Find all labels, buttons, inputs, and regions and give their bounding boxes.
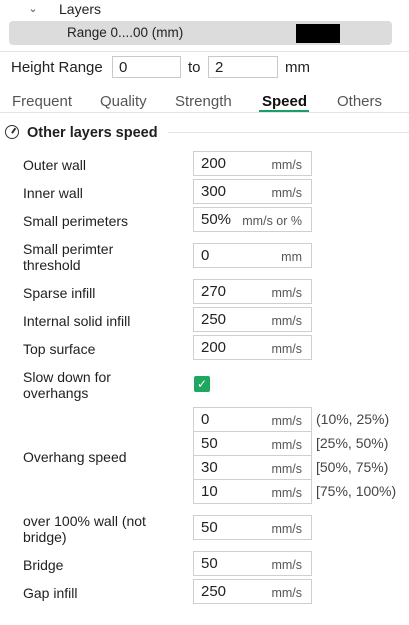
bridge-unit: mm/s [271, 558, 302, 572]
slow-down-overhangs-label: Slow down for overhangs [23, 369, 111, 401]
label-line: over 100% wall (not [23, 513, 146, 529]
sparse-infill-label: Sparse infill [23, 285, 96, 301]
small-perimeters-unit: mm/s or % [242, 214, 302, 228]
overhang-range-label: (10%, 25%) [316, 411, 390, 427]
label-line: Small perimter [23, 241, 114, 257]
internal-solid-infill-label: Internal solid infill [23, 313, 131, 329]
gap-infill-input[interactable]: 250 mm/s [193, 579, 312, 604]
chevron-down-icon[interactable]: ⌄ [26, 3, 40, 15]
height-range-unit: mm [285, 59, 310, 76]
over-100-wall-value: 50 [201, 519, 218, 536]
tab-frequent[interactable]: Frequent [12, 93, 72, 110]
overhang-speed-input-2[interactable]: 50 mm/s [193, 431, 312, 456]
small-perimeters-label: Small perimeters [23, 213, 129, 229]
section-divider [168, 132, 409, 133]
overhang-speed-label: Overhang speed [23, 449, 127, 465]
height-range-from-input[interactable]: 0 [112, 56, 181, 78]
tab-quality[interactable]: Quality [100, 93, 147, 110]
small-perimeter-threshold-input[interactable]: 0 mm [193, 243, 312, 268]
small-perimeter-threshold-label: Small perimter threshold [23, 241, 113, 273]
top-surface-unit: mm/s [271, 342, 302, 356]
overhang-speed-value: 0 [201, 411, 210, 428]
tab-speed[interactable]: Speed [262, 93, 307, 110]
overhang-speed-input-1[interactable]: 0 mm/s [193, 407, 312, 432]
label-line: overhangs [23, 385, 89, 401]
outer-wall-unit: mm/s [271, 158, 302, 172]
overhang-speed-unit: mm/s [271, 414, 302, 428]
sparse-infill-unit: mm/s [271, 286, 302, 300]
overhang-speed-input-4[interactable]: 10 mm/s [193, 479, 312, 504]
over-100-wall-input[interactable]: 50 mm/s [193, 515, 312, 540]
outer-wall-value: 200 [201, 155, 227, 172]
label-line: bridge) [23, 529, 67, 545]
overhang-speed-value: 30 [201, 459, 218, 476]
height-range-to-label: to [188, 59, 201, 76]
small-perimeters-value: 50% [201, 211, 232, 228]
overhang-range-label: [75%, 100%) [316, 483, 397, 499]
over-100-wall-label: over 100% wall (not bridge) [23, 513, 146, 545]
internal-solid-infill-value: 250 [201, 311, 227, 328]
over-100-wall-unit: mm/s [271, 522, 302, 536]
top-surface-value: 200 [201, 339, 227, 356]
overhang-speed-unit: mm/s [271, 486, 302, 500]
section-title: Other layers speed [27, 125, 158, 141]
overhang-speed-input-3[interactable]: 30 mm/s [193, 455, 312, 480]
inner-wall-value: 300 [201, 183, 227, 200]
slow-down-overhangs-checkbox[interactable]: ✓ [194, 376, 210, 392]
tabs-divider [0, 112, 409, 113]
gap-infill-label: Gap infill [23, 585, 78, 601]
overhang-speed-unit: mm/s [271, 462, 302, 476]
inner-wall-label: Inner wall [23, 185, 83, 201]
overhang-range-label: [50%, 75%) [316, 459, 389, 475]
tab-strength[interactable]: Strength [175, 93, 232, 110]
outer-wall-label: Outer wall [23, 157, 87, 173]
overhang-speed-unit: mm/s [271, 438, 302, 452]
tab-others[interactable]: Others [337, 93, 382, 110]
top-surface-input[interactable]: 200 mm/s [193, 335, 312, 360]
overhang-speed-value: 50 [201, 435, 218, 452]
label-line: Slow down for [23, 369, 111, 385]
sparse-infill-value: 270 [201, 283, 227, 300]
inner-wall-unit: mm/s [271, 186, 302, 200]
overhang-range-label: [25%, 50%) [316, 435, 389, 451]
sparse-infill-input[interactable]: 270 mm/s [193, 279, 312, 304]
bridge-value: 50 [201, 555, 218, 572]
range-color-swatch[interactable] [296, 24, 340, 43]
outer-wall-input[interactable]: 200 mm/s [193, 151, 312, 176]
label-line: threshold [23, 257, 81, 273]
layers-title: Layers [59, 1, 102, 17]
internal-solid-infill-input[interactable]: 250 mm/s [193, 307, 312, 332]
top-surface-label: Top surface [23, 341, 96, 357]
internal-solid-infill-unit: mm/s [271, 314, 302, 328]
gap-infill-unit: mm/s [271, 586, 302, 600]
divider [0, 51, 409, 52]
range-label: Range 0....00 (mm) [67, 25, 184, 40]
overhang-speed-value: 10 [201, 483, 218, 500]
small-perimeter-threshold-unit: mm [281, 250, 302, 264]
inner-wall-input[interactable]: 300 mm/s [193, 179, 312, 204]
height-range-to-input[interactable]: 2 [208, 56, 278, 78]
small-perimeter-threshold-value: 0 [201, 247, 210, 264]
height-range-label: Height Range [11, 59, 103, 76]
bridge-input[interactable]: 50 mm/s [193, 551, 312, 576]
gap-infill-value: 250 [201, 583, 227, 600]
bridge-label: Bridge [23, 557, 64, 573]
small-perimeters-input[interactable]: 50% mm/s or % [193, 207, 312, 232]
